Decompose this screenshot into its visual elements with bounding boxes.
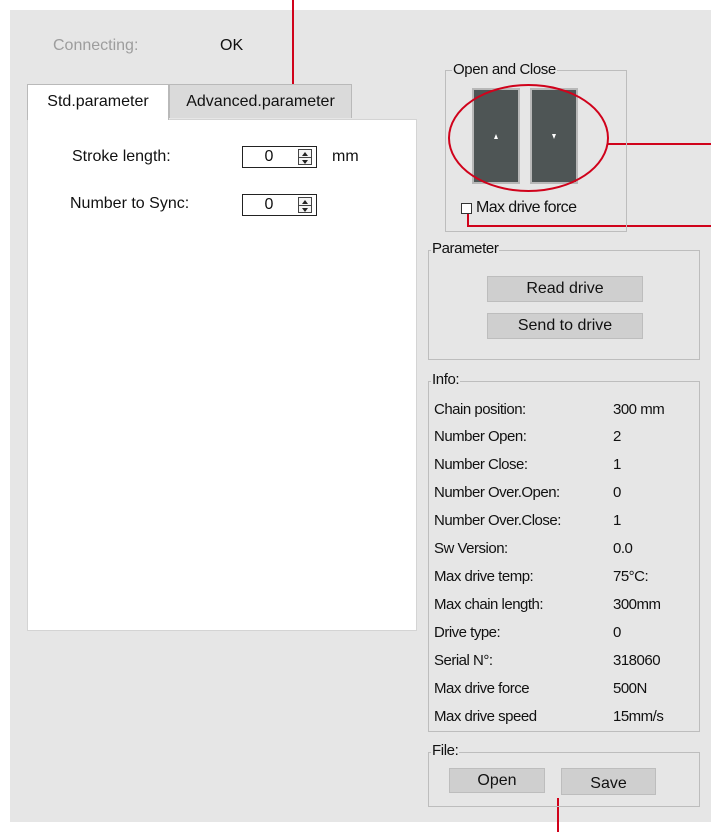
read-drive-button[interactable]: Read drive xyxy=(487,276,643,302)
chevron-up-icon xyxy=(302,199,308,204)
info-label-max-drive-temp: Max drive temp: xyxy=(434,568,534,585)
info-value-max-drive-temp: 75°C: xyxy=(613,568,649,585)
info-group-title: Info: xyxy=(431,371,461,388)
info-value-sw-version: 0.0 xyxy=(613,540,633,557)
number-to-sync-stepper[interactable]: 0 xyxy=(242,194,317,216)
stroke-length-spin-buttons[interactable] xyxy=(298,149,312,165)
connection-status-label: Connecting: xyxy=(53,37,139,54)
stroke-length-stepper[interactable]: 0 xyxy=(242,146,317,168)
info-value-number-open: 2 xyxy=(613,428,621,445)
send-to-drive-button[interactable]: Send to drive xyxy=(487,313,643,339)
info-value-serial-number: 318060 xyxy=(613,652,661,669)
info-label-serial-number: Serial N°: xyxy=(434,652,493,669)
info-value-number-over-open: 0 xyxy=(613,484,621,501)
info-label-number-over-open: Number Over.Open: xyxy=(434,484,560,501)
stroke-length-value[interactable]: 0 xyxy=(243,147,295,167)
info-label-max-drive-force: Max drive force xyxy=(434,680,530,697)
open-close-group-title: Open and Close xyxy=(452,61,557,78)
connection-status-value: OK xyxy=(220,37,244,54)
info-label-number-open: Number Open: xyxy=(434,428,527,445)
number-to-sync-label: Number to Sync: xyxy=(70,195,190,212)
highlight-ellipse xyxy=(448,84,609,192)
tab-content-std-parameter: Stroke length: 0 mm Number to Sync: 0 xyxy=(27,119,417,631)
info-label-number-over-close: Number Over.Close: xyxy=(434,512,561,529)
file-group-title: File: xyxy=(431,742,460,759)
max-drive-force-checkbox[interactable] xyxy=(461,203,472,214)
info-value-max-drive-force: 500N xyxy=(613,680,647,697)
number-to-sync-spin-buttons[interactable] xyxy=(298,197,312,213)
info-value-max-drive-speed: 15mm/s xyxy=(613,708,664,725)
callout-line-tabs xyxy=(292,0,294,85)
save-file-button[interactable]: Save xyxy=(561,768,656,795)
stroke-length-unit: mm xyxy=(332,148,359,165)
info-value-number-over-close: 1 xyxy=(613,512,621,529)
info-label-sw-version: Sw Version: xyxy=(434,540,508,557)
info-label-drive-type: Drive type: xyxy=(434,624,501,641)
stroke-length-label: Stroke length: xyxy=(72,148,171,165)
stroke-length-increment-button[interactable] xyxy=(299,150,311,158)
tab-std-parameter[interactable]: Std.parameter xyxy=(27,84,169,120)
chevron-down-icon xyxy=(302,159,308,164)
info-value-drive-type: 0 xyxy=(613,624,621,641)
info-value-number-close: 1 xyxy=(613,456,621,473)
info-value-max-chain-length: 300mm xyxy=(613,596,661,613)
max-drive-force-label: Max drive force xyxy=(476,199,577,216)
parameter-group xyxy=(428,250,700,360)
number-to-sync-value[interactable]: 0 xyxy=(243,195,295,215)
open-file-button[interactable]: Open xyxy=(449,768,545,793)
info-label-max-drive-speed: Max drive speed xyxy=(434,708,537,725)
info-label-number-close: Number Close: xyxy=(434,456,528,473)
parameter-group-title: Parameter xyxy=(431,240,500,257)
number-to-sync-increment-button[interactable] xyxy=(299,198,311,206)
chevron-down-icon xyxy=(302,207,308,212)
info-label-max-chain-length: Max chain length: xyxy=(434,596,544,613)
number-to-sync-decrement-button[interactable] xyxy=(299,206,311,213)
tab-advanced-parameter[interactable]: Advanced.parameter xyxy=(169,84,352,118)
stroke-length-decrement-button[interactable] xyxy=(299,158,311,165)
info-value-chain-position: 300 mm xyxy=(613,401,665,418)
chevron-up-icon xyxy=(302,151,308,156)
info-label-chain-position: Chain position: xyxy=(434,401,526,418)
